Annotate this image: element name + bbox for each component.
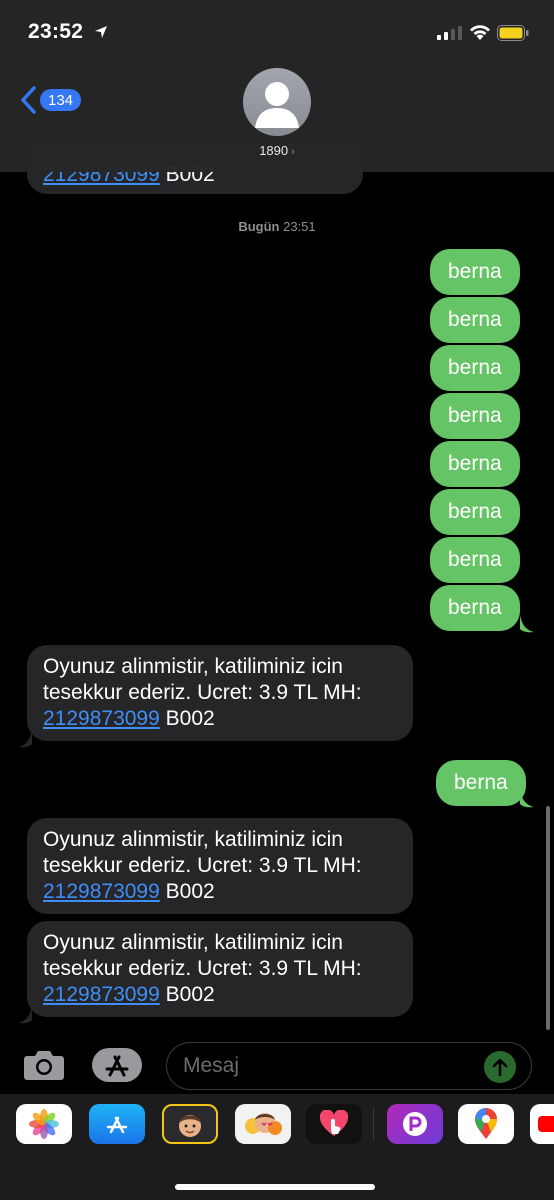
unread-count-badge: 134 [40,89,82,111]
drawer-divider [373,1108,374,1140]
location-arrow-icon [95,26,107,38]
send-button[interactable] [484,1051,516,1083]
back-button[interactable]: 134 [20,86,82,114]
app-drawer [0,1094,554,1200]
received-message[interactable]: Oyunuz alinmistir, katiliminiz icin tese… [27,818,413,914]
sent-message[interactable]: berna [430,345,520,391]
app-store-app[interactable] [89,1104,145,1144]
phone-link[interactable]: 2129873099 [43,880,160,903]
memoji-icon [179,1115,201,1137]
contact-avatar[interactable] [243,68,311,136]
bubble-tail [18,730,32,748]
sent-message[interactable]: berna [436,760,526,806]
bubble-tail [18,1006,32,1024]
scroll-indicator[interactable] [546,806,550,1030]
message-timestamp: Bugün 23:51 [238,219,316,234]
sent-message[interactable]: berna [430,249,520,295]
google-maps-icon [475,1108,497,1139]
contact-name[interactable]: 1890 › [0,143,554,158]
message-input[interactable] [166,1042,532,1090]
youtube-icon [538,1116,554,1132]
memoji-stickers-app[interactable] [235,1104,291,1144]
app-store-icon [105,1055,129,1077]
sent-message[interactable]: berna [430,297,520,343]
sent-message[interactable]: berna [430,489,520,535]
battery-icon [497,25,529,41]
youtube-app[interactable] [530,1104,554,1144]
memoji-stickers-icon [245,1113,282,1135]
input-bar [0,1036,554,1094]
phone-link[interactable]: 2129873099 [43,983,160,1006]
photos-icon [29,1109,59,1139]
bubble-tail [520,790,534,808]
received-message[interactable]: Oyunuz alinmistir, katiliminiz icin tese… [27,921,413,1017]
bubble-tail [520,615,534,633]
google-maps-app[interactable] [458,1104,514,1144]
photos-app[interactable] [16,1104,72,1144]
wifi-icon [470,25,490,40]
app-store-icon [106,1116,128,1134]
phone-link[interactable]: 2129873099 [43,707,160,730]
received-message[interactable]: Oyunuz alinmistir, katiliminiz icin tese… [27,645,413,741]
person-icon [255,82,299,128]
home-indicator[interactable] [175,1184,375,1190]
memoji-app[interactable] [162,1104,218,1144]
digital-touch-app[interactable] [306,1104,362,1144]
app-store-button[interactable] [92,1048,142,1082]
cellular-signal-icon [437,26,462,40]
sent-message[interactable]: berna [430,441,520,487]
arrow-up-icon [492,1058,508,1076]
camera-icon[interactable] [24,1048,64,1080]
picsart-app[interactable] [387,1104,443,1144]
sent-message[interactable]: berna [430,585,520,631]
chevron-left-icon [21,86,36,114]
picsart-icon [403,1112,427,1136]
status-bar: 23:52 [0,0,554,62]
digital-touch-icon [319,1110,349,1136]
status-time: 23:52 [28,20,84,43]
chevron-right-icon: › [291,146,295,158]
sent-message[interactable]: berna [430,537,520,583]
sent-message[interactable]: berna [430,393,520,439]
